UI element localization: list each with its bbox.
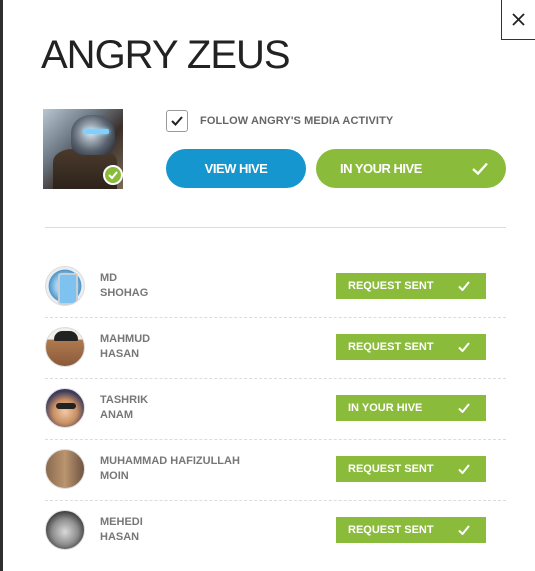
member-name: MEHEDI HASAN: [100, 516, 143, 543]
request-sent-button[interactable]: REQUEST SENT: [336, 273, 486, 299]
list-item: MEHEDI HASAN REQUEST SENT: [45, 501, 506, 562]
avatar[interactable]: [45, 266, 85, 306]
check-icon: [458, 281, 470, 291]
check-icon: [472, 162, 488, 175]
member-name: MD SHOHAG: [100, 272, 149, 299]
in-your-hive-button[interactable]: IN YOUR HIVE: [316, 149, 506, 188]
follow-checkbox[interactable]: [166, 110, 188, 132]
member-name: MUHAMMAD HAFIZULLAH MOIN: [100, 455, 240, 482]
avatar[interactable]: [45, 327, 85, 367]
member-name: TASHRIK ANAM: [100, 394, 149, 421]
view-hive-button[interactable]: VIEW HIVE: [166, 149, 306, 188]
list-item: MUHAMMAD HAFIZULLAH MOIN REQUEST SENT: [45, 440, 506, 501]
close-button[interactable]: [501, 0, 535, 40]
follow-label: FOLLOW ANGRY'S MEDIA ACTIVITY: [200, 115, 394, 127]
divider: [45, 227, 506, 228]
member-list: MD SHOHAG REQUEST SENT MAHMUD HASAN REQUES…: [45, 257, 506, 562]
check-icon: [458, 525, 470, 535]
page-title: ANGRY ZEUS: [41, 33, 291, 77]
list-item: MAHMUD HASAN REQUEST SENT: [45, 318, 506, 379]
check-icon: [458, 403, 470, 413]
list-item: MD SHOHAG REQUEST SENT: [45, 257, 506, 318]
request-sent-button[interactable]: REQUEST SENT: [336, 517, 486, 543]
list-item: TASHRIK ANAM IN YOUR HIVE: [45, 379, 506, 440]
check-icon: [171, 116, 183, 126]
request-sent-button[interactable]: REQUEST SENT: [336, 456, 486, 482]
profile-modal: ANGRY ZEUS FOLLOW ANGRY'S MEDIA ACTIVITY…: [0, 0, 535, 571]
member-name: MAHMUD HASAN: [100, 333, 151, 360]
close-icon: [512, 13, 525, 26]
avatar[interactable]: [45, 449, 85, 489]
avatar[interactable]: [45, 510, 85, 550]
request-sent-button[interactable]: REQUEST SENT: [336, 334, 486, 360]
in-your-hive-status-button[interactable]: IN YOUR HIVE: [336, 395, 486, 421]
avatar[interactable]: [45, 388, 85, 428]
check-icon: [458, 342, 470, 352]
verified-check-icon: [103, 165, 123, 185]
in-your-hive-label: IN YOUR HIVE: [340, 161, 422, 176]
profile-avatar: [43, 109, 123, 189]
follow-toggle[interactable]: FOLLOW ANGRY'S MEDIA ACTIVITY: [166, 110, 393, 132]
check-icon: [458, 464, 470, 474]
